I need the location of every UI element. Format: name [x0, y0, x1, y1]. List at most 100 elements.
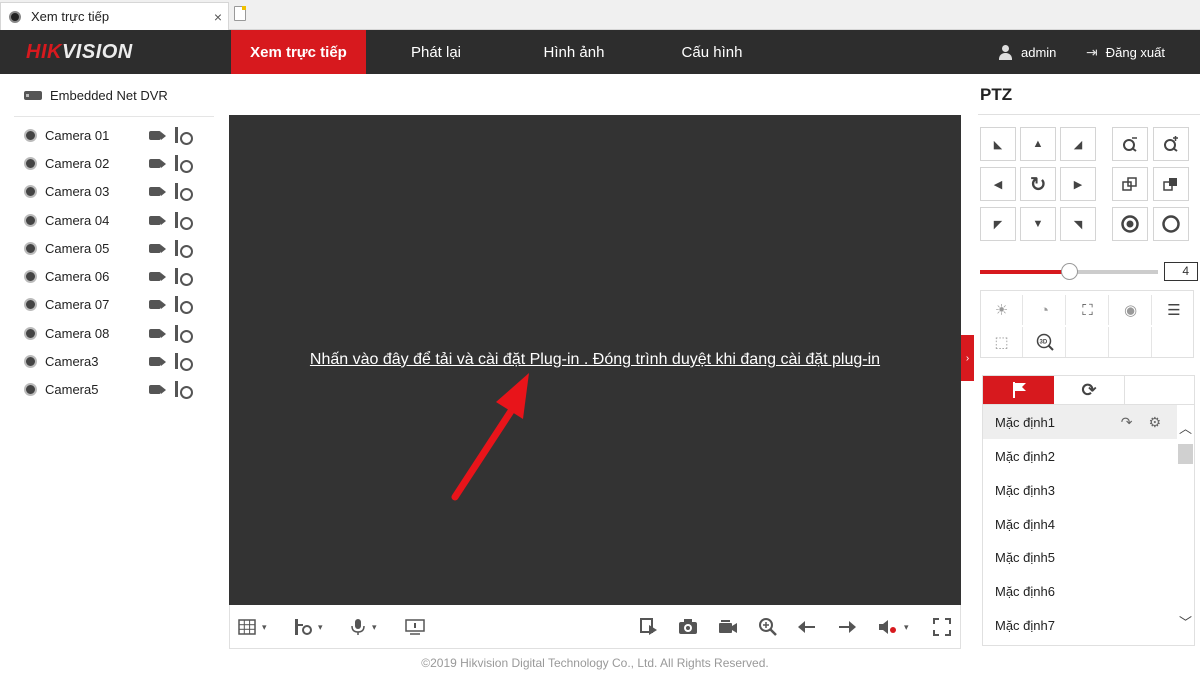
browser-tab[interactable]: Xem trực tiếp ×	[0, 2, 229, 30]
camera-item[interactable]: Camera 03	[24, 181, 204, 201]
camera-label: Camera 07	[45, 296, 110, 312]
record-icon[interactable]	[149, 327, 167, 339]
chevron-down-icon[interactable]: ﹀	[1176, 612, 1195, 630]
preset-item[interactable]: Mặc định1 ↷ ⚙	[983, 405, 1177, 439]
ptz-auto-scan-button[interactable]: ↻	[1020, 167, 1056, 201]
focus-near-button[interactable]	[1112, 167, 1148, 201]
3d-zoom-button[interactable]: 3D	[1024, 327, 1066, 357]
fullscreen-button[interactable]	[933, 617, 951, 637]
stream-icon[interactable]	[173, 296, 193, 314]
preset-scrollbar[interactable]: ︿ ﹀	[1176, 404, 1195, 646]
previous-page-button[interactable]	[798, 617, 816, 637]
light-button[interactable]: ☀	[981, 295, 1023, 325]
camera-label: Camera 04	[45, 212, 110, 228]
ptz-up-button[interactable]: ▲	[1020, 127, 1056, 161]
speed-slider-handle[interactable]	[1061, 263, 1078, 280]
capture-button[interactable]	[678, 617, 698, 637]
record-icon[interactable]	[149, 270, 167, 282]
device-tree-root[interactable]: Embedded Net DVR	[24, 88, 168, 103]
user-menu[interactable]: admin	[998, 30, 1056, 74]
3d-zoom-icon: 3D	[1036, 333, 1054, 351]
record-icon[interactable]	[149, 355, 167, 367]
iris-close-button[interactable]	[1112, 207, 1148, 241]
camera-item[interactable]: Camera 02	[24, 153, 204, 173]
preset-item[interactable]: Mặc định4	[983, 507, 1177, 541]
nav-configuration[interactable]: Cấu hình	[657, 30, 767, 74]
stream-icon[interactable]	[173, 353, 193, 371]
wiper-button[interactable]: ◔	[1024, 295, 1066, 325]
new-tab-icon[interactable]	[234, 6, 246, 21]
stream-icon[interactable]	[173, 127, 193, 145]
ptz-speed-slider[interactable]	[980, 263, 1158, 280]
menu-button[interactable]: ☰	[1153, 295, 1195, 325]
camera-item[interactable]: Camera 06	[24, 266, 204, 286]
record-icon[interactable]	[149, 298, 167, 310]
call-preset-icon[interactable]: ↷	[1121, 414, 1133, 431]
stream-type-button[interactable]: ▾	[294, 617, 323, 637]
camera-icon	[24, 213, 37, 227]
record-icon[interactable]	[149, 129, 167, 141]
gear-icon[interactable]: ⚙	[1148, 414, 1161, 431]
record-icon[interactable]	[149, 185, 167, 197]
ptz-left-button[interactable]: ◀	[980, 167, 1016, 201]
tab-presets[interactable]	[983, 376, 1054, 404]
camera-item[interactable]: Camera 05	[24, 238, 204, 258]
stop-all-button[interactable]	[640, 617, 658, 637]
preset-item[interactable]: Mặc định5	[983, 540, 1177, 574]
video-viewport[interactable]: Nhấn vào đây để tải và cài đặt Plug-in .…	[229, 115, 961, 605]
nav-live-view[interactable]: Xem trực tiếp	[231, 30, 366, 74]
ptz-down-button[interactable]: ▼	[1020, 207, 1056, 241]
ptz-down-left-button[interactable]: ◤	[980, 207, 1016, 241]
ptz-up-right-button[interactable]: ◢	[1060, 127, 1096, 161]
record-icon[interactable]	[149, 214, 167, 226]
preset-item[interactable]: Mặc định6	[983, 574, 1177, 608]
nav-picture[interactable]: Hình ảnh	[519, 30, 629, 74]
preset-item[interactable]: Mặc định2	[983, 439, 1177, 473]
camera-item[interactable]: Camera3	[24, 351, 204, 371]
ptz-right-button[interactable]: ▶	[1060, 167, 1096, 201]
window-layout-button[interactable]: ▾	[238, 617, 267, 637]
stream-icon[interactable]	[173, 155, 193, 173]
chevron-down-icon: ▾	[904, 621, 909, 632]
camera-item[interactable]: Camera 08	[24, 323, 204, 343]
ptz-collapse-toggle[interactable]: ›	[961, 335, 974, 381]
camera-item[interactable]: Camera 04	[24, 210, 204, 230]
preset-item[interactable]: Mặc định3	[983, 473, 1177, 507]
iris-open-button[interactable]	[1153, 207, 1189, 241]
record-icon[interactable]	[149, 242, 167, 254]
stream-icon[interactable]	[173, 183, 193, 201]
zoom-out-button[interactable]	[1112, 127, 1148, 161]
next-page-button[interactable]	[838, 617, 856, 637]
manual-tracking-button[interactable]: ⬚	[981, 327, 1023, 357]
record-icon[interactable]	[149, 157, 167, 169]
ptz-up-left-button[interactable]: ◣	[980, 127, 1016, 161]
stream-icon[interactable]	[173, 212, 193, 230]
stream-icon[interactable]	[173, 240, 193, 258]
stream-icon[interactable]	[173, 325, 193, 343]
microphone-button[interactable]: ▾	[350, 617, 377, 637]
camera-item[interactable]: Camera 07	[24, 294, 204, 314]
camera-item[interactable]: Camera5	[24, 379, 204, 399]
record-icon[interactable]	[149, 383, 167, 395]
ezoom-button[interactable]	[405, 617, 425, 637]
ptz-down-right-button[interactable]: ◥	[1060, 207, 1096, 241]
close-tab-icon[interactable]: ×	[208, 9, 228, 25]
zoom-in-button[interactable]	[1153, 127, 1189, 161]
logout-button[interactable]: ⇥ Đăng xuất	[1086, 30, 1165, 74]
logout-icon: ⇥	[1086, 43, 1098, 60]
camera-item[interactable]: Camera 01	[24, 125, 204, 145]
stream-icon[interactable]	[173, 381, 193, 399]
preset-item[interactable]: Mặc định7	[983, 608, 1177, 642]
focus-assist-button[interactable]: ⛶	[1067, 295, 1109, 325]
focus-far-button[interactable]	[1153, 167, 1189, 201]
nav-playback[interactable]: Phát lại	[381, 30, 491, 74]
audio-button[interactable]: ▾	[878, 617, 909, 637]
lens-init-button[interactable]: ◉	[1110, 295, 1152, 325]
chevron-up-icon[interactable]: ︿	[1176, 418, 1195, 436]
logo-white-text: VISION	[61, 41, 133, 63]
stream-icon[interactable]	[173, 268, 193, 286]
record-button[interactable]	[718, 617, 738, 637]
digital-zoom-button[interactable]	[758, 617, 778, 637]
scrollbar-thumb[interactable]	[1178, 444, 1193, 464]
tab-patrols[interactable]: ⟳	[1054, 376, 1125, 404]
